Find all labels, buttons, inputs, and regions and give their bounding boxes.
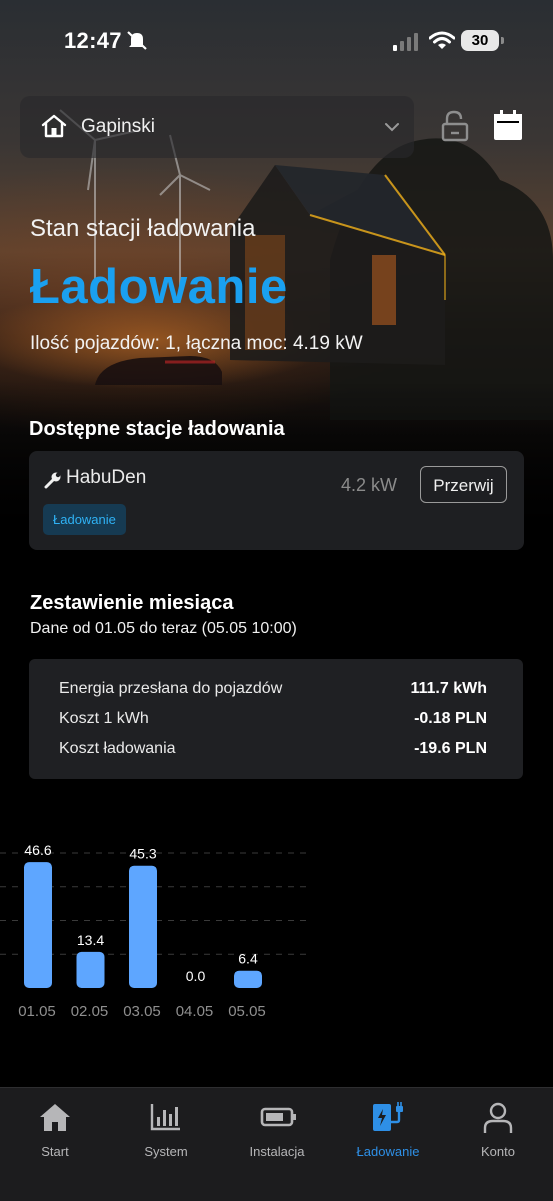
summary-label: Energia przesłana do pojazdów — [59, 680, 283, 697]
ev-charger-icon — [371, 1102, 409, 1139]
station-power: 4.2 kW — [341, 475, 398, 495]
wrench-icon — [44, 471, 62, 494]
station-status-summary: Ilość pojazdów: 1, łączna moc: 4.19 kW — [30, 333, 363, 354]
stations-title: Dostępne stacje ładowania — [29, 418, 285, 440]
unlock-icon[interactable] — [440, 110, 470, 147]
location-name: Gapinski — [81, 116, 155, 137]
bar-chart-icon — [149, 1102, 183, 1137]
station-status-value: Ładowanie — [30, 260, 288, 314]
x-tick-label: 03.05 — [123, 1003, 161, 1020]
station-name: HabuDen — [66, 467, 147, 488]
tab-instalacja[interactable]: Instalacja — [222, 1088, 332, 1178]
tab-start[interactable]: Start — [0, 1088, 110, 1178]
month-summary-card: Energia przesłana do pojazdów 111.7 kWh … — [29, 659, 523, 779]
station-status-label: Stan stacji ładowania — [30, 215, 256, 242]
tab-ladowanie[interactable]: Ładowanie — [333, 1088, 443, 1178]
tab-label: Ładowanie — [356, 1144, 420, 1159]
x-tick-label: 05.05 — [228, 1003, 266, 1020]
bell-muted-icon — [126, 30, 148, 55]
summary-value: -19.6 PLN — [414, 740, 487, 757]
wifi-icon — [428, 31, 456, 56]
summary-label: Koszt ładowania — [59, 740, 176, 757]
bar-value-label: 46.6 — [24, 842, 51, 858]
chart-bar — [76, 951, 105, 988]
summary-row: Energia przesłana do pojazdów 111.7 kWh — [59, 680, 487, 704]
x-tick-label: 04.05 — [176, 1003, 214, 1020]
energy-bar-chart: 46.6 01.05 13.4 02.05 45.3 03.05 0.0 04.05 6.4 05… — [0, 842, 308, 1020]
month-title: Zestawienie miesiąca — [30, 592, 234, 614]
x-tick-label: 02.05 — [71, 1003, 109, 1020]
battery-icon — [260, 1102, 298, 1137]
tab-bar: Start System Instalacja Ładowanie Konto — [0, 1087, 553, 1201]
summary-label: Koszt 1 kWh — [59, 710, 149, 727]
calendar-icon[interactable] — [493, 110, 523, 147]
summary-value: -0.18 PLN — [414, 710, 487, 727]
bar-value-label: 13.4 — [77, 932, 104, 948]
summary-value: 111.7 kWh — [410, 680, 488, 697]
home-icon — [38, 1102, 72, 1137]
tab-konto[interactable]: Konto — [443, 1088, 553, 1178]
bar-value-label: 6.4 — [238, 951, 258, 967]
cellular-signal-icon — [393, 33, 419, 56]
chevron-down-icon — [384, 120, 400, 138]
chart-bar — [234, 970, 262, 988]
tab-label: Konto — [481, 1144, 515, 1159]
user-icon — [481, 1102, 515, 1139]
summary-row: Koszt ładowania -19.6 PLN — [59, 740, 487, 764]
station-card: HabuDen 4.2 kW Przerwij Ładowanie — [29, 451, 524, 550]
status-bar: 12:47 30 — [0, 18, 553, 64]
battery-cap — [501, 37, 504, 44]
stop-charging-button[interactable]: Przerwij — [420, 466, 507, 503]
summary-row: Koszt 1 kWh -0.18 PLN — [59, 710, 487, 734]
bar-value-label: 0.0 — [186, 968, 206, 984]
tab-system[interactable]: System — [111, 1088, 221, 1178]
tab-label: System — [144, 1144, 188, 1159]
tab-label: Instalacja — [249, 1144, 305, 1159]
clock: 12:47 — [64, 28, 122, 53]
status-badge: Ładowanie — [43, 504, 126, 535]
chart-bar — [129, 865, 157, 988]
location-selector[interactable]: Gapinski — [20, 96, 414, 158]
home-icon — [40, 113, 68, 144]
battery-level: 30 — [461, 30, 499, 51]
chart-bar — [24, 862, 52, 988]
bar-value-label: 45.3 — [129, 846, 156, 862]
month-date-range: Dane od 01.05 do teraz (05.05 10:00) — [30, 620, 297, 637]
x-tick-label: 01.05 — [18, 1003, 56, 1020]
tab-label: Start — [41, 1144, 69, 1159]
